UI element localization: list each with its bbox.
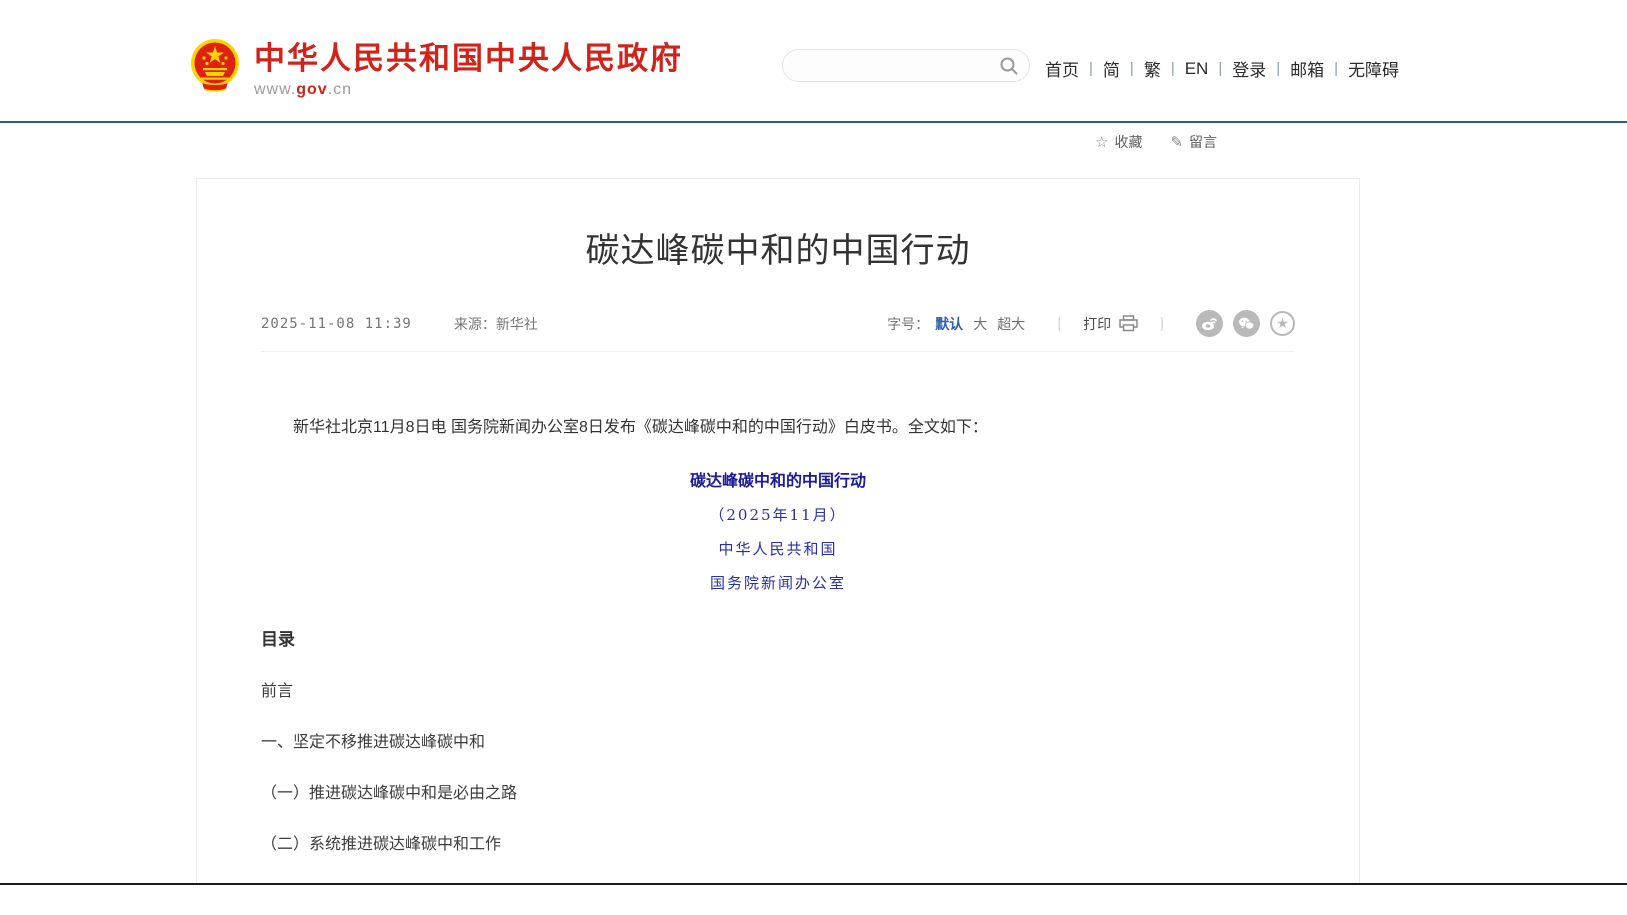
site-header: 中华人民共和国中央人民政府 www.gov.cn 首页 | 简 | 繁 | EN… xyxy=(0,0,1627,121)
brand-text: 中华人民共和国中央人民政府 www.gov.cn xyxy=(254,38,683,99)
comment-button[interactable]: ✎ 留言 xyxy=(1170,132,1217,152)
site-brand[interactable]: 中华人民共和国中央人民政府 www.gov.cn xyxy=(190,38,683,99)
weibo-icon[interactable] xyxy=(1196,310,1223,337)
toc-item-preface: 前言 xyxy=(261,677,1295,701)
top-nav: 首页 | 简 | 繁 | EN | 登录 | 邮箱 | 无障碍 xyxy=(1045,56,1399,81)
nav-accessibility[interactable]: 无障碍 xyxy=(1348,56,1399,81)
publish-date: 2025-11-08 11:39 xyxy=(261,316,412,332)
nav-english[interactable]: EN xyxy=(1185,59,1209,79)
star-share-icon[interactable]: ★ xyxy=(1270,311,1295,336)
bottom-divider xyxy=(0,883,1627,885)
favorite-button[interactable]: ☆ 收藏 xyxy=(1095,132,1142,152)
doc-title: 碳达峰碳中和的中国行动 xyxy=(261,467,1295,491)
doc-org-line2: 国务院新闻办公室 xyxy=(261,572,1295,593)
source-label: 来源： xyxy=(454,314,496,334)
search-input[interactable] xyxy=(783,50,999,81)
site-title: 中华人民共和国中央人民政府 xyxy=(254,42,683,76)
print-button[interactable]: 打印 xyxy=(1083,314,1138,334)
header-divider xyxy=(0,121,1627,123)
nav-login[interactable]: 登录 xyxy=(1232,56,1266,81)
nav-separator: | xyxy=(1171,60,1175,77)
nav-home[interactable]: 首页 xyxy=(1045,56,1079,81)
comment-label: 留言 xyxy=(1189,132,1217,152)
meta-separator: | xyxy=(1160,315,1164,332)
national-emblem-icon xyxy=(190,38,240,98)
fontsize-default-button[interactable]: 默认 xyxy=(935,314,963,334)
action-links: ☆ 收藏 ✎ 留言 xyxy=(1095,132,1245,152)
nav-traditional[interactable]: 繁 xyxy=(1144,56,1161,81)
article-title: 碳达峰碳中和的中国行动 xyxy=(261,223,1295,272)
toc-item-1-1: （一）推进碳达峰碳中和是必由之路 xyxy=(261,779,1295,803)
share-group: ★ xyxy=(1186,310,1295,337)
meta-right: 字号： 默认 大 超大 | 打印 | xyxy=(887,310,1295,337)
favorite-label: 收藏 xyxy=(1114,132,1142,152)
meta-left: 2025-11-08 11:39 来源： 新华社 xyxy=(261,314,538,334)
nav-mail[interactable]: 邮箱 xyxy=(1290,56,1324,81)
nav-separator: | xyxy=(1276,60,1280,77)
search-box xyxy=(782,49,1030,82)
fontsize-label: 字号： xyxy=(887,314,929,334)
doc-date: （2025年11月） xyxy=(261,504,1295,525)
source-value[interactable]: 新华社 xyxy=(496,314,538,334)
star-icon: ☆ xyxy=(1095,133,1108,151)
nav-separator: | xyxy=(1130,60,1134,77)
meta-separator: | xyxy=(1057,315,1061,332)
page: 中华人民共和国中央人民政府 www.gov.cn 首页 | 简 | 繁 | EN… xyxy=(0,0,1627,883)
lead-paragraph: 新华社北京11月8日电 国务院新闻办公室8日发布《碳达峰碳中和的中国行动》白皮书… xyxy=(261,414,1295,441)
fontsize-group: 字号： 默认 大 超大 xyxy=(887,314,1035,334)
toc-heading: 目录 xyxy=(261,625,1295,650)
toc-item-1-2: （二）系统推进碳达峰碳中和工作 xyxy=(261,830,1295,854)
search-icon[interactable] xyxy=(999,56,1019,76)
nav-simplified[interactable]: 简 xyxy=(1103,56,1120,81)
site-url-highlight: gov xyxy=(296,81,327,98)
site-url-prefix: www. xyxy=(254,81,296,98)
print-label: 打印 xyxy=(1083,314,1111,334)
nav-separator: | xyxy=(1334,60,1338,77)
nav-separator: | xyxy=(1089,60,1093,77)
nav-separator: | xyxy=(1218,60,1222,77)
pencil-icon: ✎ xyxy=(1170,133,1183,151)
wechat-icon[interactable] xyxy=(1233,310,1260,337)
article-card: 碳达峰碳中和的中国行动 2025-11-08 11:39 来源： 新华社 字号：… xyxy=(196,178,1360,883)
site-url-suffix: .cn xyxy=(328,81,352,98)
article-meta-row: 2025-11-08 11:39 来源： 新华社 字号： 默认 大 超大 | 打… xyxy=(261,310,1295,352)
printer-icon xyxy=(1119,315,1138,332)
site-url: www.gov.cn xyxy=(254,81,683,99)
toc-item-1: 一、坚定不移推进碳达峰碳中和 xyxy=(261,728,1295,752)
doc-org-line1: 中华人民共和国 xyxy=(261,538,1295,559)
fontsize-xlarge-button[interactable]: 超大 xyxy=(997,314,1025,334)
fontsize-large-button[interactable]: 大 xyxy=(973,314,987,334)
